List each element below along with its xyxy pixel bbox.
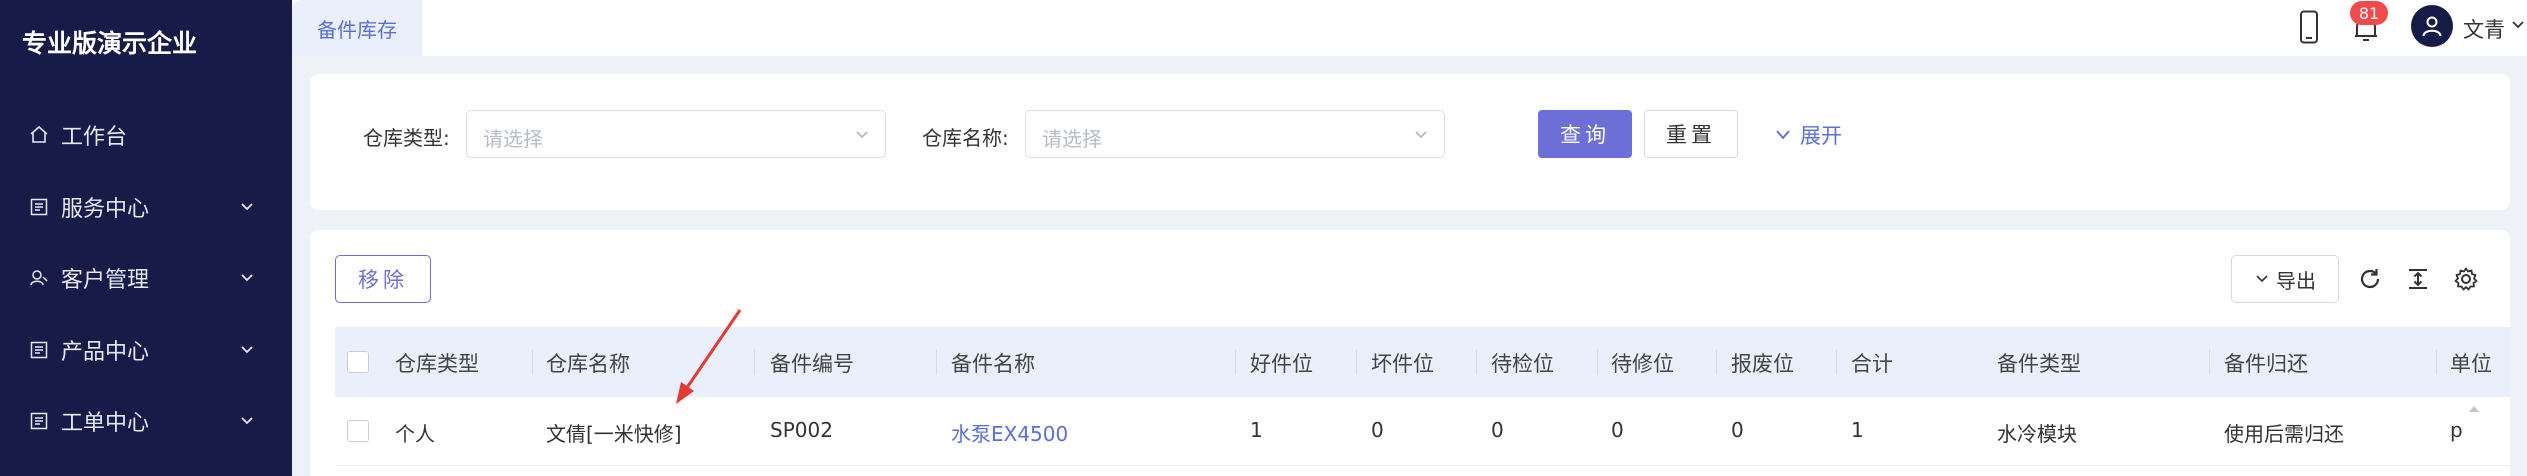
- chevron-down-icon[interactable]: [2510, 17, 2526, 33]
- warehouse-name-placeholder: 请选择: [1042, 127, 1102, 151]
- avatar[interactable]: [2411, 5, 2453, 47]
- cell-part-type: 水冷模块: [1997, 422, 2077, 446]
- table-row[interactable]: 个人 文倩[一米快修] SP002 水泵EX4500 1 0 0 0 0 1 水…: [335, 398, 2510, 466]
- sidebar-item-workbench[interactable]: 工作台: [0, 107, 292, 163]
- chevron-down-icon: [241, 417, 253, 425]
- warehouse-type-select[interactable]: 请选择: [466, 110, 886, 158]
- sidebar-item-label: 产品中心: [61, 340, 150, 365]
- remove-button[interactable]: 移除: [335, 255, 431, 303]
- column-header[interactable]: 备件名称: [951, 348, 1035, 378]
- cell-total: 1: [1851, 418, 1864, 442]
- list-icon: [28, 410, 50, 432]
- column-divider: [1836, 349, 1837, 375]
- sidebar: 专业版演示企业 工作台 服务中心 客户管理 产品中心 工单中心: [0, 0, 292, 476]
- cell-bad: 0: [1371, 418, 1384, 442]
- refresh-icon[interactable]: [2357, 266, 2383, 292]
- warehouse-type-label: 仓库类型:: [363, 126, 450, 150]
- reset-button[interactable]: 重置: [1644, 110, 1738, 158]
- query-button[interactable]: 查询: [1538, 110, 1632, 158]
- sidebar-item-service-center[interactable]: 服务中心: [0, 179, 292, 235]
- notification-badge: 81: [2350, 1, 2388, 25]
- column-header[interactable]: 备件类型: [1997, 348, 2081, 378]
- chevron-down-icon: [2256, 275, 2268, 283]
- column-divider: [1476, 349, 1477, 375]
- scroll-up-arrow-icon[interactable]: [2467, 402, 2481, 416]
- cell-scrap: 0: [1731, 418, 1744, 442]
- column-divider: [1235, 349, 1236, 375]
- cell-return: 使用后需归还: [2224, 422, 2344, 446]
- column-divider: [2209, 349, 2210, 375]
- column-header[interactable]: 单位: [2450, 348, 2492, 378]
- column-header[interactable]: 仓库名称: [546, 348, 630, 378]
- column-header[interactable]: 报废位: [1731, 348, 1794, 378]
- expand-label: 展开: [1800, 124, 1842, 148]
- export-label: 导出: [2276, 268, 2316, 293]
- home-icon: [28, 124, 50, 146]
- sidebar-item-customer-management[interactable]: 客户管理: [0, 250, 292, 306]
- chevron-down-icon: [1776, 130, 1790, 140]
- chevron-down-icon: [241, 203, 253, 211]
- select-all-checkbox[interactable]: [347, 351, 369, 373]
- cell-part-name-link[interactable]: 水泵EX4500: [951, 418, 1068, 447]
- column-divider: [754, 349, 755, 375]
- column-header[interactable]: 待修位: [1611, 348, 1674, 378]
- cell-part-no: SP002: [770, 418, 833, 442]
- column-divider: [1356, 349, 1357, 375]
- table-header: 仓库类型 仓库名称 备件编号 备件名称 好件位 坏件位 待检位 待修位 报废位 …: [335, 327, 2510, 397]
- brand-name: 专业版演示企业: [22, 29, 198, 58]
- column-divider: [532, 349, 533, 375]
- column-header[interactable]: 备件归还: [2224, 348, 2308, 378]
- column-header[interactable]: 坏件位: [1371, 348, 1434, 378]
- sidebar-item-work-order-center[interactable]: 工单中心: [0, 393, 292, 449]
- column-divider: [936, 349, 937, 375]
- column-header[interactable]: 合计: [1851, 348, 1893, 378]
- expand-toggle[interactable]: 展开: [1774, 120, 1842, 150]
- cell-warehouse-name: 文倩[一米快修]: [546, 422, 682, 446]
- cell-unit: p: [2450, 418, 2463, 442]
- tab-spare-parts-inventory[interactable]: 备件库存: [292, 0, 422, 56]
- column-header[interactable]: 待检位: [1491, 348, 1554, 378]
- column-divider: [1716, 349, 1717, 375]
- chevron-down-icon: [241, 346, 253, 354]
- chevron-down-icon: [241, 274, 253, 282]
- user-icon: [28, 267, 50, 289]
- cell-good: 1: [1250, 418, 1263, 442]
- sidebar-item-label: 服务中心: [61, 197, 150, 222]
- settings-gear-icon[interactable]: [2453, 266, 2479, 292]
- user-avatar-icon: [2422, 16, 2442, 37]
- cell-pending-check: 0: [1491, 418, 1504, 442]
- warehouse-name-select[interactable]: 请选择: [1025, 110, 1445, 158]
- chevron-down-icon: [1415, 131, 1427, 139]
- warehouse-type-placeholder: 请选择: [483, 127, 543, 151]
- column-divider: [1597, 349, 1598, 375]
- username[interactable]: 文青: [2463, 14, 2505, 44]
- export-button[interactable]: 导出: [2231, 255, 2339, 303]
- row-checkbox[interactable]: [347, 420, 369, 442]
- warehouse-name-label: 仓库名称:: [922, 126, 1009, 150]
- sidebar-item-label: 工单中心: [61, 411, 150, 436]
- top-bar: 备件库存: [292, 0, 2527, 56]
- chevron-down-icon: [856, 131, 868, 139]
- list-icon: [28, 196, 50, 218]
- column-header[interactable]: 仓库类型: [395, 348, 479, 378]
- sidebar-item-product-center[interactable]: 产品中心: [0, 322, 292, 378]
- sidebar-item-label: 工作台: [61, 125, 128, 150]
- column-divider: [2436, 349, 2437, 375]
- cell-warehouse-type: 个人: [395, 422, 435, 446]
- column-header[interactable]: 好件位: [1250, 348, 1313, 378]
- sidebar-item-label: 客户管理: [61, 268, 150, 293]
- column-height-icon[interactable]: [2405, 266, 2431, 292]
- mobile-icon[interactable]: [2298, 10, 2320, 44]
- cell-pending-repair: 0: [1611, 418, 1624, 442]
- list-icon: [28, 339, 50, 361]
- column-header[interactable]: 备件编号: [770, 348, 854, 378]
